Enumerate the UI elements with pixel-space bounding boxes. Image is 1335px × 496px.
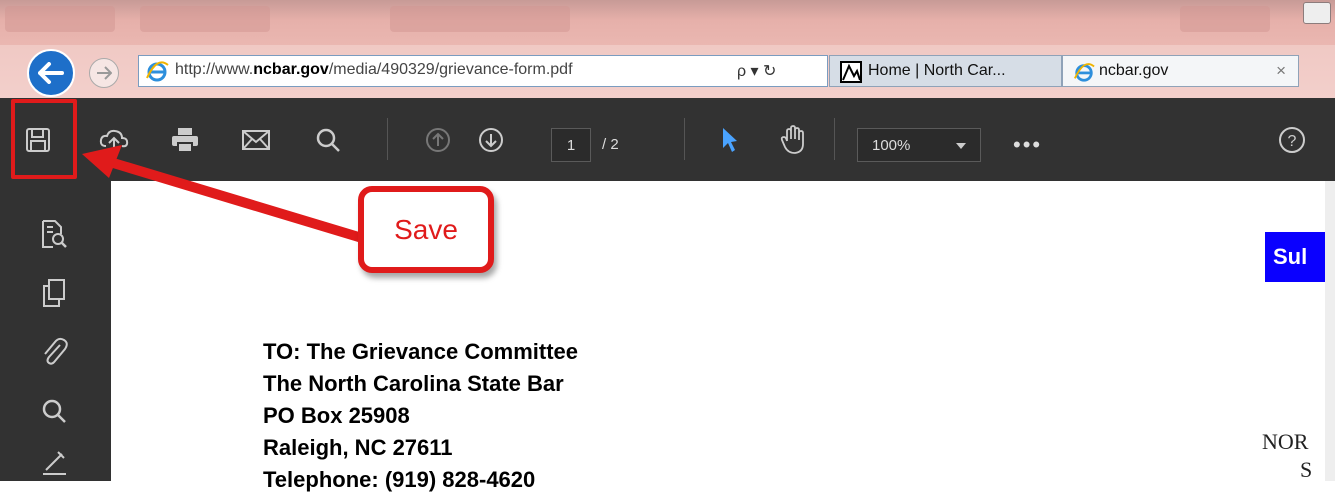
find-document-icon[interactable]	[36, 216, 72, 252]
url-text: http://www.ncbar.gov/media/490329/grieva…	[175, 61, 573, 78]
toolbar-divider	[684, 118, 685, 160]
tab-label: ncbar.gov	[1099, 62, 1169, 79]
sign-pen-icon[interactable]	[36, 444, 72, 480]
browser-nav-bar: http://www.ncbar.gov/media/490329/grieva…	[0, 45, 1335, 99]
arrow-left-icon	[38, 62, 64, 84]
letterhead-line: S	[1300, 457, 1313, 482]
paperclip-icon[interactable]	[36, 334, 72, 370]
address-line: The North Carolina State Bar	[263, 371, 564, 396]
help-icon[interactable]: ?	[1274, 122, 1310, 158]
previous-page-icon[interactable]	[420, 122, 456, 158]
zoom-value: 100%	[872, 137, 911, 154]
next-page-icon[interactable]	[473, 122, 509, 158]
thumbnails-icon[interactable]	[36, 275, 72, 311]
toolbar-divider	[834, 118, 835, 160]
pdf-toolbar: ?	[0, 98, 1335, 181]
window-control-button[interactable]	[1303, 2, 1331, 24]
search-refresh-controls[interactable]: ρ ▾ ↻	[737, 61, 776, 81]
tab-home-north-carolina[interactable]: Home | North Car...	[829, 55, 1062, 87]
address-line: Telephone: (919) 828-4620	[263, 467, 536, 492]
close-tab-button[interactable]: ×	[1276, 61, 1286, 81]
more-options-icon[interactable]: •••	[1013, 134, 1042, 156]
search-icon[interactable]	[310, 122, 346, 158]
address-line: TO: The Grievance Committee	[263, 339, 579, 364]
blurred-tab	[390, 6, 570, 32]
tab-ncbar[interactable]: ncbar.gov ×	[1062, 55, 1299, 87]
total-pages-label: / 2	[602, 136, 619, 153]
toolbar-divider	[387, 118, 388, 160]
select-cursor-icon[interactable]	[711, 122, 747, 158]
blurred-tab	[1180, 6, 1270, 32]
ie-icon	[146, 61, 169, 82]
search-icon[interactable]: ρ ▾ ↻	[737, 61, 776, 81]
ie-icon	[1073, 63, 1095, 82]
blurred-tab	[140, 6, 270, 32]
save-callout: Save	[358, 186, 494, 273]
cloud-upload-icon[interactable]	[96, 122, 132, 158]
letterhead-line: NOR	[1262, 429, 1309, 454]
address-bar[interactable]: http://www.ncbar.gov/media/490329/grieva…	[138, 55, 828, 87]
pdf-sidebar	[0, 181, 111, 481]
tab-label: Home | North Car...	[868, 62, 1006, 79]
address-line: PO Box 25908	[263, 403, 410, 428]
arrow-right-icon	[97, 66, 112, 80]
page-number-input[interactable]: 1	[551, 128, 591, 162]
forward-button[interactable]	[89, 58, 119, 88]
blurred-tab	[5, 6, 115, 32]
print-icon[interactable]	[167, 122, 203, 158]
page-edge	[1325, 181, 1335, 481]
submit-banner: Sul	[1265, 232, 1325, 282]
address-line: Raleigh, NC 27611	[263, 435, 453, 460]
letterhead-text: NOR S	[1262, 428, 1312, 484]
email-icon[interactable]	[238, 122, 274, 158]
svg-text:?: ?	[1288, 133, 1297, 150]
north-carolina-logo-icon	[840, 61, 862, 83]
chevron-down-icon	[956, 143, 966, 149]
zoom-select[interactable]: 100%	[857, 128, 981, 162]
save-highlight-box	[11, 99, 77, 179]
window-title-strip	[0, 0, 1335, 45]
hand-tool-icon[interactable]	[775, 122, 811, 158]
search-icon[interactable]	[36, 393, 72, 429]
grievance-address-block: TO: The Grievance Committee The North Ca…	[263, 336, 578, 496]
back-button[interactable]	[27, 49, 75, 97]
